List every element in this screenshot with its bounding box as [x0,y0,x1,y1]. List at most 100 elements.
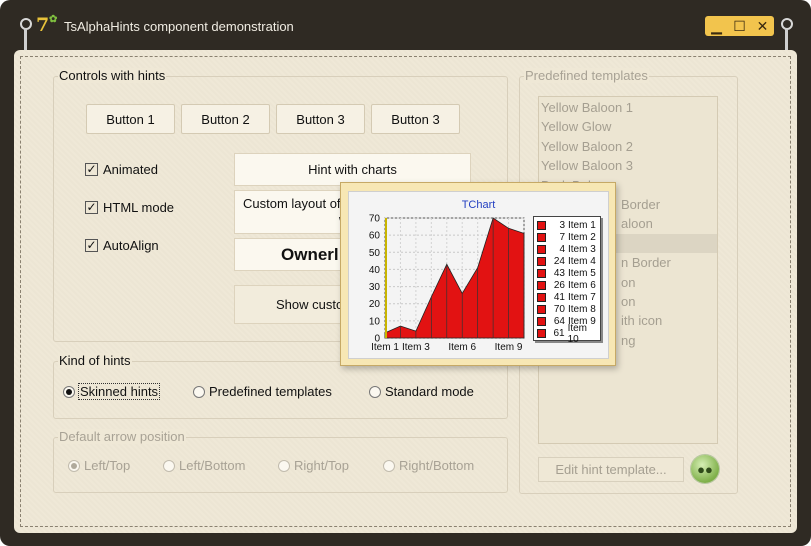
legend-entry: 26 Item 6 [534,279,600,291]
radio-skinned-hints[interactable]: Skinned hints [63,383,161,400]
radio-label: Left/Bottom [179,458,246,473]
hint-popup: TChart 70 60 50 40 30 20 10 0 Item 1 Item 3 Item 6… [340,182,616,366]
legend-swatch [537,244,546,254]
legend-entry: 3 Item 1 [534,219,600,231]
legend-entry: 24 Item 4 [534,255,600,267]
y-tick-label: 30 [369,282,381,293]
window-title: TsAlphaHints component demonstration [64,19,294,34]
list-item[interactable]: Yellow Baloon 1 [539,98,717,117]
legend-entry: 70 Item 8 [534,304,600,316]
group-title: Controls with hints [58,68,167,83]
edit-hint-template-button[interactable]: Edit hint template... [538,457,684,482]
radio-dot-icon [193,385,205,398]
legend-label: Item 2 [568,231,596,243]
checkbox-label: Animated [103,162,158,177]
radio-dot-icon [278,459,290,472]
legend-label: Item 5 [568,267,596,279]
window-controls: ▁ ☐ ✕ [705,16,774,36]
radio-label: Right/Bottom [399,458,475,473]
legend-value: 7 [559,231,565,243]
close-icon[interactable]: ✕ [753,18,773,35]
checkmark-icon: ✓ [85,238,98,252]
legend-label: Item 10 [567,322,588,345]
radio-dot-icon [63,385,75,398]
legend-swatch [537,256,546,266]
radio-left-top[interactable]: Left/Top [68,458,130,473]
y-tick-label: 60 [369,231,381,242]
list-item[interactable]: Yellow Baloon 2 [539,137,717,156]
legend-swatch [537,232,546,242]
legend-swatch [537,281,546,291]
app-logo-icon: 7 ✿ [36,14,58,36]
radio-left-bottom[interactable]: Left/Bottom [163,458,245,473]
radio-label: Right/Top [294,458,349,473]
button-3[interactable]: Button 3 [276,104,365,134]
radio-label: Left/Top [84,458,131,473]
x-tick-label: Item 3 [402,342,430,353]
radio-dot-icon [68,459,80,472]
checkbox-label: HTML mode [103,200,175,215]
y-tick-label: 70 [369,214,381,225]
legend-swatch [537,220,546,230]
legend-entry: 61 Item 10 [534,323,600,345]
radio-label: Standard mode [385,384,474,399]
x-tick-label: Item 1 [371,342,399,353]
radio-standard-mode[interactable]: Standard mode [369,384,474,399]
radio-label: Skinned hints [77,383,161,400]
x-tick-label: Item 6 [448,342,476,353]
legend-swatch [537,293,546,303]
legend-value: 43 [553,267,565,279]
legend-swatch [537,305,546,315]
button-1[interactable]: Button 1 [86,104,175,134]
group-title: Kind of hints [58,353,132,368]
group-title: Predefined templates [524,68,649,83]
list-item[interactable]: Yellow Baloon 3 [539,156,717,175]
y-tick-label: 40 [369,265,381,276]
animated-checkbox[interactable]: ✓ Animated [85,162,158,177]
minimize-icon[interactable]: ▁ [707,18,727,35]
legend-value: 70 [553,304,565,316]
checkbox-label: AutoAlign [103,238,159,253]
legend-value: 4 [559,243,565,255]
radio-dot-icon [163,459,175,472]
legend-value: 41 [553,292,565,304]
maximize-icon[interactable]: ☐ [730,18,750,35]
chart-panel: TChart 70 60 50 40 30 20 10 0 Item 1 Item 3 Item 6… [348,191,609,359]
legend-swatch [537,329,546,339]
legend-value: 61 [553,328,565,340]
radio-right-bottom[interactable]: Right/Bottom [383,458,474,473]
legend-value: 3 [559,219,565,231]
radio-predefined-templates[interactable]: Predefined templates [193,384,332,399]
legend-swatch [537,268,546,278]
alien-globe-icon[interactable]: ●● [691,455,719,483]
custom-layout-line2: wi [243,212,351,228]
html-mode-checkbox[interactable]: ✓ HTML mode [85,200,174,215]
legend-entry: 41 Item 7 [534,292,600,304]
legend-label: Item 6 [568,280,596,292]
legend-label: Item 4 [568,255,596,267]
checkmark-icon: ✓ [85,200,98,214]
list-item[interactable]: Yellow Glow [539,117,717,136]
legend-label: Item 3 [568,243,596,255]
custom-layout-line1: Custom layout of [243,196,341,211]
radio-dot-icon [369,385,381,398]
button-4[interactable]: Button 3 [371,104,460,134]
legend-label: Item 8 [568,304,596,316]
legend-entry: 43 Item 5 [534,267,600,279]
autoalign-checkbox[interactable]: ✓ AutoAlign [85,238,159,253]
radio-right-top[interactable]: Right/Top [278,458,349,473]
chart-legend: 3 Item 1 7 Item 2 4 Item 3 24 Item 4 43 Item 5 26 I… [533,216,601,345]
title-bar: 7 ✿ TsAlphaHints component demonstration … [0,0,811,50]
legend-entry: 7 Item 2 [534,231,600,243]
radio-label: Predefined templates [209,384,332,399]
y-tick-label: 10 [369,316,381,327]
checkmark-icon: ✓ [85,162,98,176]
y-tick-label: 20 [369,299,381,310]
legend-value: 26 [553,280,565,292]
button-2[interactable]: Button 2 [181,104,270,134]
app-window: 7 ✿ TsAlphaHints component demonstration … [0,0,811,546]
group-title: Default arrow position [58,429,186,444]
legend-label: Item 7 [568,292,596,304]
legend-entry: 4 Item 3 [534,243,600,255]
legend-label: Item 1 [568,219,596,231]
